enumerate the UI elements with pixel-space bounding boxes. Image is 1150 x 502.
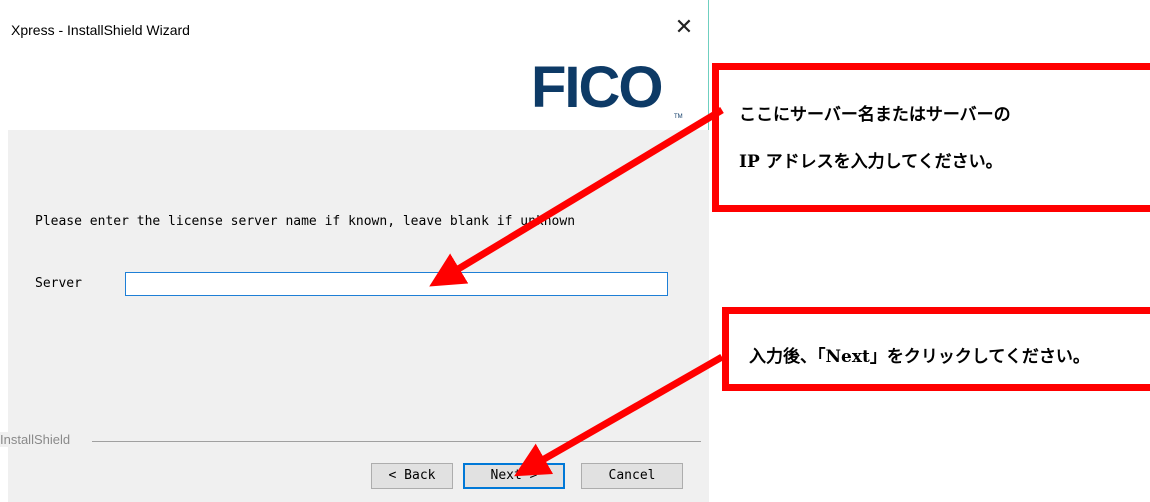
callout-text-line: ここにサーバー名またはサーバーの xyxy=(739,105,1011,125)
callout-text-line: IP アドレスを入力してください。 xyxy=(739,152,1003,172)
next-instruction-callout: 入力後、「Next」をクリックしてください。 xyxy=(722,307,1150,391)
next-button[interactable]: Next > xyxy=(463,463,565,489)
wizard-content: Please enter the license server name if … xyxy=(0,130,709,502)
logo-trademark: TM xyxy=(674,114,683,120)
server-label: Server xyxy=(35,276,82,291)
back-button[interactable]: < Back xyxy=(371,463,453,489)
installshield-brand: InstallShield xyxy=(0,432,75,447)
server-input[interactable] xyxy=(125,272,668,296)
close-icon[interactable]: ✕ xyxy=(669,14,699,42)
server-instruction-callout: ここにサーバー名またはサーバーの IP アドレスを入力してください。 xyxy=(712,63,1150,212)
footer-divider xyxy=(92,441,701,442)
cancel-button[interactable]: Cancel xyxy=(581,463,683,489)
callout-text: 入力後、「Next」をクリックしてください。 xyxy=(749,347,1090,367)
license-server-prompt: Please enter the license server name if … xyxy=(35,214,576,229)
window-title: Xpress - InstallShield Wizard xyxy=(11,22,190,38)
installer-window: Xpress - InstallShield Wizard ✕ FICO TM … xyxy=(0,0,709,502)
fico-logo: FICO xyxy=(531,55,664,120)
